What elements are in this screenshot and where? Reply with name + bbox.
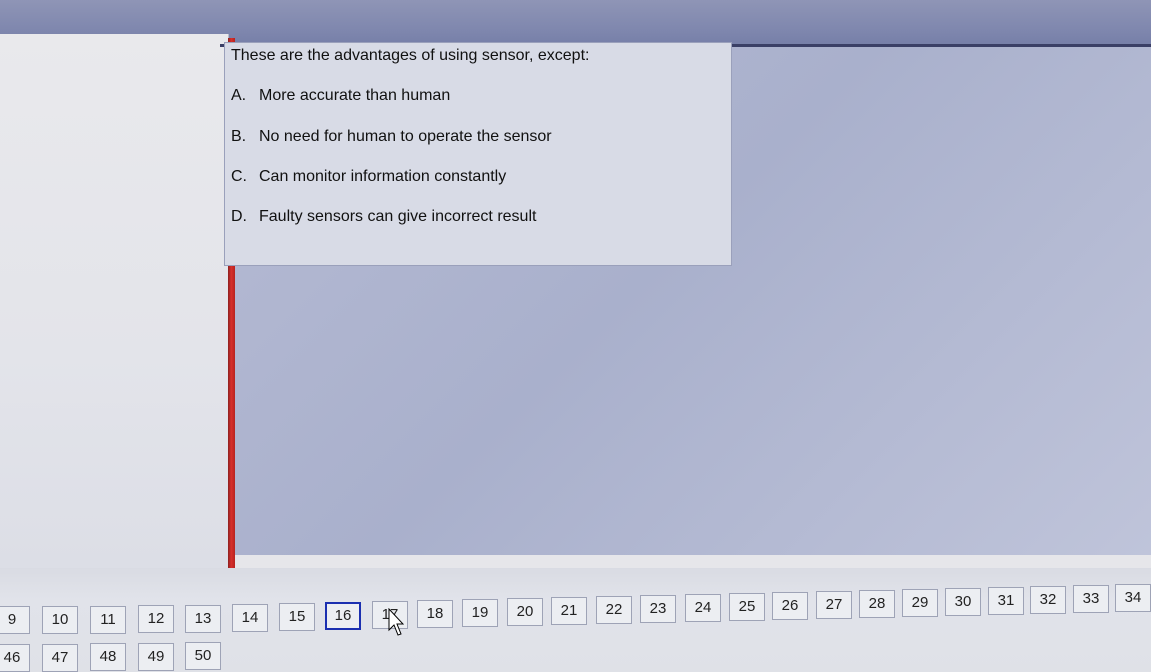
question-nav-button[interactable]: 49 (138, 643, 174, 671)
question-nav-button[interactable]: 34 (1115, 584, 1151, 612)
question-nav-button[interactable]: 31 (988, 587, 1024, 615)
question-nav-button[interactable]: 33 (1073, 585, 1109, 613)
question-nav-button[interactable]: 47 (42, 644, 78, 672)
question-nav-button[interactable]: 14 (232, 604, 268, 632)
question-nav-button[interactable]: 11 (90, 606, 126, 634)
option-letter: A. (231, 87, 247, 104)
option-a[interactable]: A. More accurate than human (231, 87, 450, 105)
option-letter: B. (231, 128, 247, 145)
question-nav-button[interactable]: 30 (945, 588, 981, 616)
question-nav-button[interactable]: 10 (42, 606, 78, 634)
question-nav-button[interactable]: 15 (279, 603, 315, 631)
option-letter: D. (231, 208, 247, 225)
question-nav-button[interactable]: 22 (596, 596, 632, 624)
question-nav-button[interactable]: 32 (1030, 586, 1066, 614)
option-c[interactable]: C. Can monitor information constantly (231, 168, 506, 186)
option-letter: C. (231, 168, 247, 185)
question-nav-button[interactable]: 21 (551, 597, 587, 625)
option-label: More accurate than human (259, 87, 451, 104)
option-label: Can monitor information constantly (259, 168, 507, 185)
question-nav-button[interactable]: 46 (0, 644, 30, 672)
option-label: Faulty sensors can give incorrect result (259, 208, 537, 225)
question-nav-button[interactable]: 50 (185, 642, 221, 670)
question-nav-button[interactable]: 27 (816, 591, 852, 619)
question-nav-button[interactable]: 20 (507, 598, 543, 626)
question-nav-button[interactable]: 28 (859, 590, 895, 618)
question-nav-button[interactable]: 13 (185, 605, 221, 633)
question-nav-button-current[interactable]: 16 (325, 602, 361, 630)
question-nav-button[interactable]: 19 (462, 599, 498, 627)
option-label: No need for human to operate the sensor (259, 128, 552, 145)
question-text: These are the advantages of using sensor… (231, 47, 590, 64)
question-nav-button[interactable]: 26 (772, 592, 808, 620)
question-nav-button[interactable]: 29 (902, 589, 938, 617)
question-nav-button[interactable]: 24 (685, 594, 721, 622)
question-nav-button[interactable]: 18 (417, 600, 453, 628)
question-navigation: 9 10 11 12 13 14 15 16 17 18 19 20 21 22… (0, 568, 1151, 672)
question-nav-button[interactable]: 23 (640, 595, 676, 623)
question-nav-button[interactable]: 12 (138, 605, 174, 633)
question-nav-button[interactable]: 9 (0, 606, 30, 634)
left-panel (0, 34, 229, 570)
question-nav-button[interactable]: 48 (90, 643, 126, 671)
option-d[interactable]: D. Faulty sensors can give incorrect resu… (231, 208, 536, 226)
option-b[interactable]: B. No need for human to operate the senso… (231, 128, 552, 146)
question-panel: These are the advantages of using sensor… (224, 42, 732, 266)
question-nav-button[interactable]: 25 (729, 593, 765, 621)
